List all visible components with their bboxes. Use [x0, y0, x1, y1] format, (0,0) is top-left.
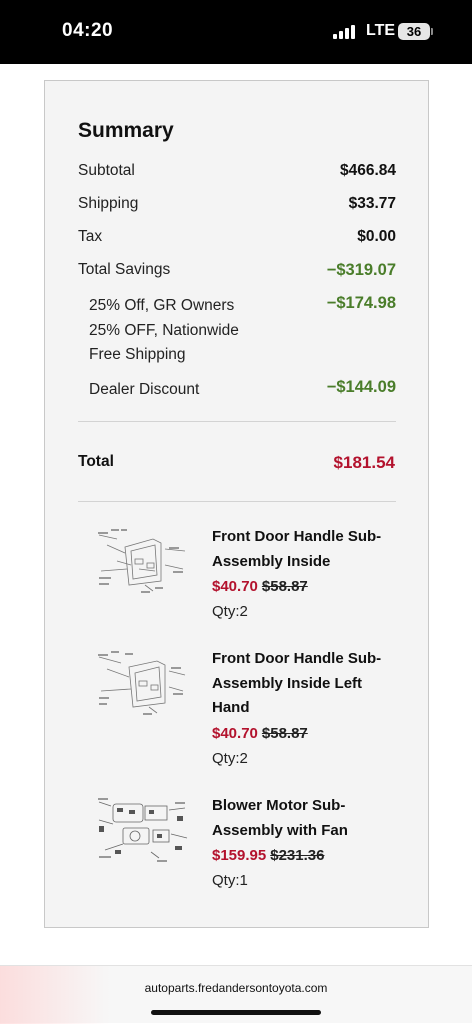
status-bar: 04:20 LTE 36	[0, 0, 472, 64]
discount-value: −$144.09	[326, 378, 396, 396]
browser-address-bar[interactable]: autoparts.fredandersontoyota.com	[0, 965, 472, 1024]
order-summary-card: Summary Subtotal $466.84 Shipping $33.77…	[44, 80, 429, 928]
item-name-line[interactable]: Assembly Inside	[212, 550, 402, 575]
item-name-line[interactable]: Front Door Handle Sub-	[212, 525, 402, 550]
item-quantity: Qty:2	[212, 603, 248, 620]
subtotal-label: Subtotal	[78, 162, 135, 179]
cell-signal-icon	[333, 25, 359, 39]
item-price: $40.70	[212, 578, 258, 595]
parts-diagram-icon	[98, 651, 186, 715]
item-name-line[interactable]: Hand	[212, 696, 402, 721]
battery-tip	[431, 28, 433, 35]
tax-value: $0.00	[357, 228, 396, 245]
status-time: 04:20	[62, 20, 114, 41]
divider	[78, 501, 396, 502]
item-name-line[interactable]: Blower Motor Sub-	[212, 794, 402, 819]
network-type: LTE	[366, 22, 396, 39]
shipping-label: Shipping	[78, 195, 139, 212]
subtotal-value: $466.84	[339, 162, 396, 179]
total-value: $181.54	[333, 453, 395, 472]
item-price: $40.70	[212, 724, 258, 742]
item-name-line[interactable]: Front Door Handle Sub-	[212, 647, 402, 672]
item-price: $159.95	[212, 847, 267, 864]
shipping-value: $33.77	[348, 195, 396, 212]
url-bar-glow	[0, 966, 110, 1024]
home-indicator[interactable]	[151, 1010, 321, 1015]
item-quantity: Qty:2	[212, 749, 248, 767]
total-savings-label: Total Savings	[78, 261, 171, 278]
url-text[interactable]: autoparts.fredandersontoyota.com	[0, 981, 472, 995]
divider	[78, 421, 396, 422]
total-savings-value: −$319.07	[326, 261, 396, 279]
discount-line: 25% OFF, Nationwide	[89, 321, 239, 339]
tax-label: Tax	[78, 228, 103, 245]
battery-icon: 36	[398, 23, 430, 40]
item-name-line[interactable]: Assembly Inside Left	[212, 672, 402, 697]
parts-diagram-icon	[98, 529, 186, 593]
discount-value: −$174.98	[326, 294, 396, 312]
item-name-line[interactable]: Assembly with Fan	[212, 819, 402, 844]
item-quantity: Qty:1	[212, 872, 248, 889]
discount-dealer: Dealer Discount −$144.09	[89, 378, 396, 403]
discount-line: Free Shipping	[89, 346, 186, 363]
item-original-price: $58.87	[261, 578, 308, 595]
total-label: Total	[78, 453, 114, 470]
summary-title: Summary	[78, 119, 174, 142]
item-original-price: $58.87	[261, 724, 308, 742]
item-original-price: $231.36	[270, 847, 325, 864]
discount-gr-owners: 25% Off, GR Owners 25% OFF, Nationwide F…	[89, 294, 396, 368]
parts-diagram-icon	[98, 798, 188, 862]
